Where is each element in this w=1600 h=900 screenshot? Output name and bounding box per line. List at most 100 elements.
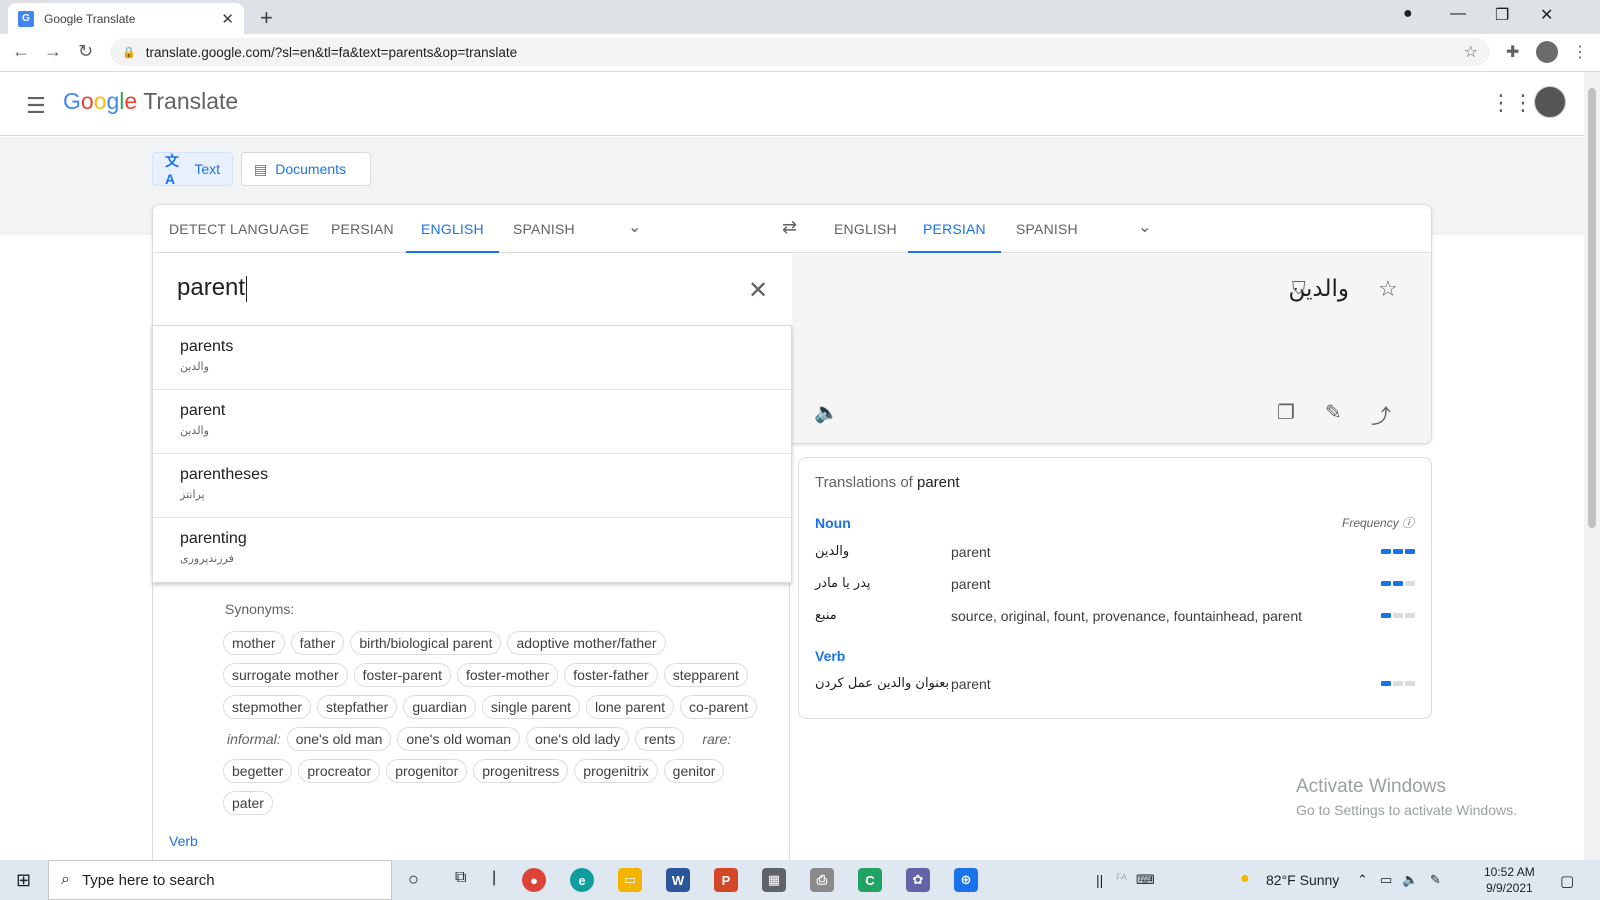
translation-row[interactable]: منبع source, original, fount, provenance… xyxy=(815,608,1415,636)
target-lang-persian[interactable]: PERSIAN xyxy=(908,205,1001,253)
translation-row[interactable]: پدر یا مادر parent xyxy=(815,576,1415,604)
synonym-chip[interactable]: foster-mother xyxy=(456,663,559,687)
scrollbar-thumb[interactable] xyxy=(1588,88,1596,528)
source-text-input[interactable]: parent xyxy=(177,274,248,302)
back-translations[interactable]: parent xyxy=(951,676,991,692)
synonym-chip[interactable]: begetter xyxy=(223,759,293,783)
synonym-chip[interactable]: progenitrix xyxy=(574,759,658,783)
synonym-chip[interactable]: lone parent xyxy=(585,695,675,719)
synonym-chip[interactable]: stepmother xyxy=(223,695,312,719)
google-translate-logo[interactable]: Google Translate xyxy=(63,88,238,115)
synonym-chip[interactable]: stepparent xyxy=(663,663,748,687)
taskbar-search-box[interactable]: ⌕ Type here to search xyxy=(48,860,392,900)
page-scrollbar[interactable] xyxy=(1584,72,1600,860)
synonym-chip[interactable]: one's old lady xyxy=(526,727,630,751)
documents-mode-button[interactable]: ▤ Documents xyxy=(241,152,371,186)
network-app-icon[interactable]: ▦ xyxy=(762,868,786,892)
synonym-chip[interactable]: genitor xyxy=(663,759,725,783)
main-menu-icon[interactable]: ☰ xyxy=(26,93,46,119)
edit-translation-icon[interactable]: ✎ xyxy=(1325,400,1342,425)
file-explorer-icon[interactable]: ▭ xyxy=(618,868,642,892)
synonym-chip[interactable]: birth/biological parent xyxy=(350,631,502,655)
back-translations[interactable]: source, original, fount, provenance, fou… xyxy=(951,608,1302,624)
translation-word[interactable]: پدر یا مادر xyxy=(815,576,871,591)
text-mode-button[interactable]: 文A Text xyxy=(152,152,233,187)
synonym-chip[interactable]: one's old man xyxy=(286,727,392,751)
synonym-chip[interactable]: surrogate mother xyxy=(223,663,348,687)
swap-languages-icon[interactable]: ⇄ xyxy=(782,217,797,238)
task-view-icon[interactable]: ⧉ xyxy=(455,869,466,887)
target-lang-english[interactable]: ENGLISH xyxy=(834,205,897,253)
share-translation-icon[interactable]: ⤴ xyxy=(1371,400,1391,429)
save-translation-star-icon[interactable]: ☆ xyxy=(1378,276,1398,302)
chrome-menu-icon[interactable]: ⋮ xyxy=(1572,42,1588,62)
source-more-languages-chevron-down-icon[interactable]: ⌄ xyxy=(628,217,641,237)
synonym-chip[interactable]: progenitress xyxy=(473,759,569,783)
listen-speaker-icon[interactable]: 🔈 xyxy=(814,400,839,425)
camtasia-app-icon[interactable]: C xyxy=(858,868,882,892)
translation-row[interactable]: والدین parent xyxy=(815,544,1415,572)
snipping-app-icon[interactable]: ⊕ xyxy=(954,868,978,892)
close-tab-icon[interactable]: ✕ xyxy=(221,10,234,28)
synonym-chip[interactable]: foster-parent xyxy=(353,663,451,687)
source-lang-persian[interactable]: PERSIAN xyxy=(331,205,394,253)
translation-word[interactable]: بعنوان والدین عمل کردن xyxy=(815,676,949,691)
translation-word[interactable]: والدین xyxy=(815,544,849,559)
profile-avatar[interactable] xyxy=(1536,41,1558,63)
network-icon[interactable]: ▭ xyxy=(1380,872,1392,888)
clear-source-text-icon[interactable]: ✕ xyxy=(748,276,768,305)
target-more-languages-chevron-down-icon[interactable]: ⌄ xyxy=(1138,217,1151,237)
back-icon[interactable]: ← xyxy=(12,41,30,62)
profile-dropdown-icon[interactable]: ● xyxy=(1403,5,1413,23)
word-app-icon[interactable]: W xyxy=(666,868,690,892)
synonym-chip[interactable]: father xyxy=(290,631,345,655)
synonym-chip[interactable]: progenitor xyxy=(386,759,468,783)
weather-sun-icon[interactable]: ● xyxy=(1240,870,1250,888)
synonym-chip[interactable]: stepfather xyxy=(317,695,398,719)
edge-app-icon[interactable]: e xyxy=(570,868,594,892)
close-window-icon[interactable]: ✕ xyxy=(1540,5,1553,25)
frequency-label[interactable]: Frequency ⓘ xyxy=(1342,514,1414,531)
input-language-indicator[interactable]: FA xyxy=(1116,872,1127,882)
account-avatar[interactable] xyxy=(1534,86,1566,118)
suggestion-item[interactable]: parentheses پرانتز xyxy=(153,454,791,518)
new-tab-icon[interactable]: + xyxy=(260,5,273,31)
suggestion-item[interactable]: parenting فرزندپروری xyxy=(153,518,791,582)
minimize-icon[interactable]: — xyxy=(1450,5,1466,23)
windows-start-icon[interactable]: ⊞ xyxy=(16,870,31,891)
synonym-chip[interactable]: single parent xyxy=(481,695,580,719)
synonym-chip[interactable]: procreator xyxy=(298,759,381,783)
back-translations[interactable]: parent xyxy=(951,576,991,592)
powerpoint-app-icon[interactable]: P xyxy=(714,868,738,892)
source-lang-detect[interactable]: DETECT LANGUAGE xyxy=(169,205,309,253)
lock-icon[interactable]: 🔒 xyxy=(122,46,136,59)
address-bar[interactable]: 🔒 translate.google.com/?sl=en&tl=fa&text… xyxy=(110,38,1490,66)
notifications-icon[interactable]: ▢ xyxy=(1560,872,1574,890)
bookmark-star-icon[interactable]: ☆ xyxy=(1464,42,1478,62)
source-lang-spanish[interactable]: SPANISH xyxy=(513,205,575,253)
synonym-chip[interactable]: guardian xyxy=(403,695,476,719)
keyboard-icon[interactable]: ⌨ xyxy=(1136,872,1155,888)
taskbar-clock[interactable]: 10:52 AM 9/9/2021 xyxy=(1484,864,1535,896)
weather-text[interactable]: 82°F Sunny xyxy=(1266,872,1339,888)
chevron-up-icon[interactable]: ⌃ xyxy=(1357,872,1368,888)
synonym-chip[interactable]: one's old woman xyxy=(397,727,521,751)
suggestion-item[interactable]: parent والدین xyxy=(153,390,791,454)
suggestion-item[interactable]: parents والدین xyxy=(153,326,791,390)
target-lang-spanish[interactable]: SPANISH xyxy=(1016,205,1078,253)
source-lang-english[interactable]: ENGLISH xyxy=(406,205,499,253)
back-translations[interactable]: parent xyxy=(951,544,991,560)
browser-tab[interactable]: G Google Translate ✕ xyxy=(8,3,244,34)
translation-row[interactable]: بعنوان والدین عمل کردن parent xyxy=(815,676,1415,704)
translation-word[interactable]: منبع xyxy=(815,608,837,623)
cortana-icon[interactable]: ○ xyxy=(408,869,419,890)
reload-icon[interactable]: ↻ xyxy=(78,41,93,62)
help-icon[interactable]: ⓘ xyxy=(1402,516,1414,530)
extensions-icon[interactable]: ✚ xyxy=(1506,42,1519,62)
synonym-chip[interactable]: adoptive mother/father xyxy=(507,631,666,655)
synonym-chip[interactable]: pater xyxy=(223,791,273,815)
printer-app-icon[interactable]: ⎙ xyxy=(810,868,834,892)
chrome-app-icon[interactable]: ● xyxy=(522,868,546,892)
forward-icon[interactable]: → xyxy=(44,41,62,62)
pen-icon[interactable]: ✎ xyxy=(1430,872,1441,888)
